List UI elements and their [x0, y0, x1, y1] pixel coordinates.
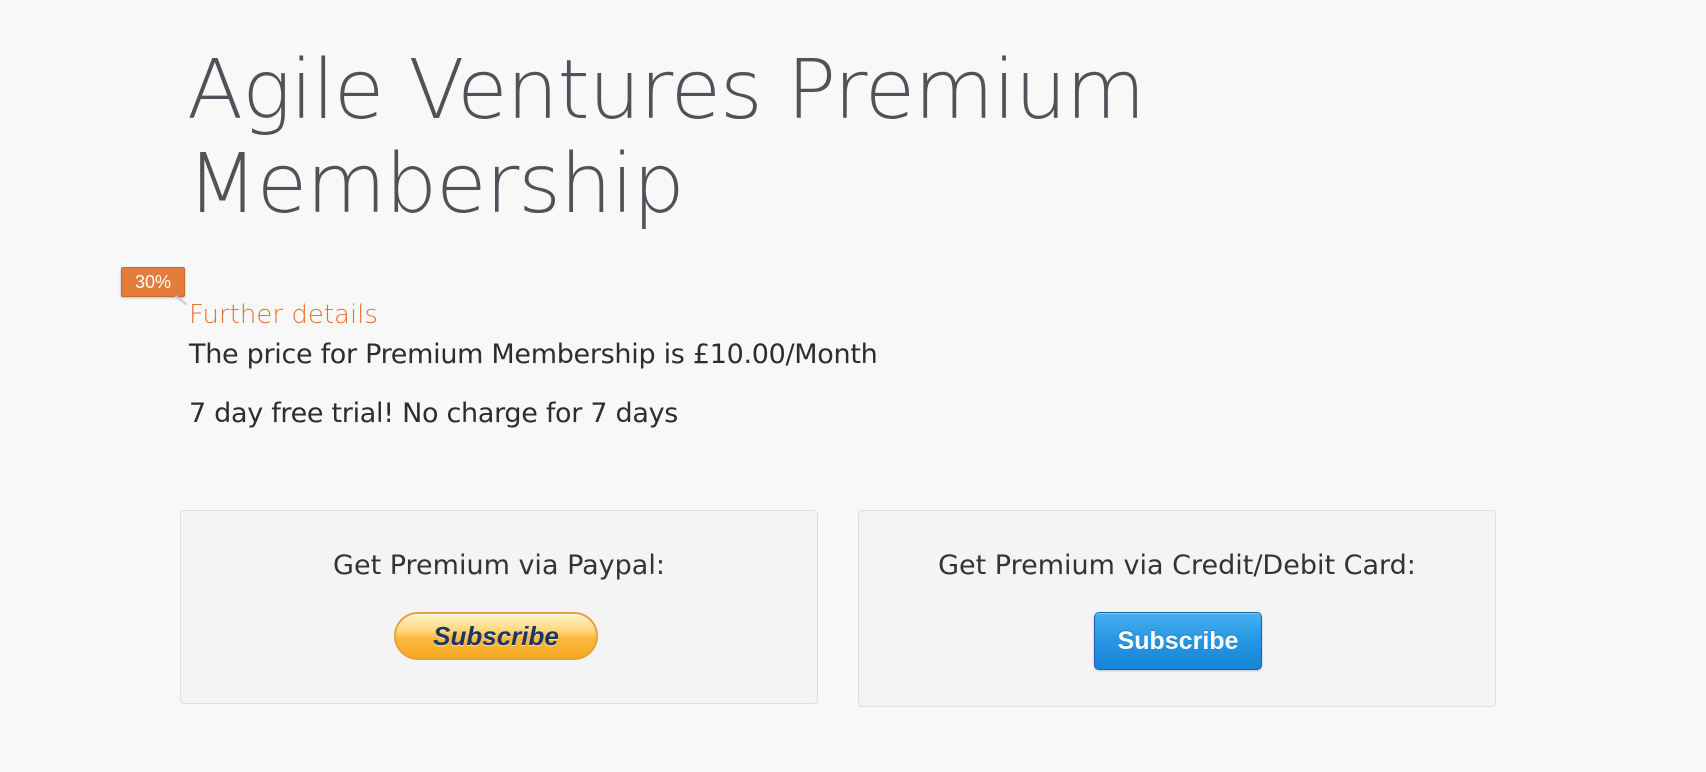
- paypal-panel: Get Premium via Paypal: Subscribe: [180, 510, 818, 704]
- badge-pointer: [168, 295, 188, 314]
- trial-text: 7 day free trial! No charge for 7 days: [189, 398, 679, 429]
- card-subscribe-label: Subscribe: [1117, 626, 1239, 655]
- page-title: Agile Ventures Premium Membership: [187, 43, 1146, 232]
- paypal-subscribe-button[interactable]: Subscribe: [394, 612, 598, 660]
- card-subscribe-button[interactable]: Subscribe: [1094, 612, 1262, 670]
- paypal-panel-heading: Get Premium via Paypal:: [333, 550, 665, 581]
- progress-badge: 30%: [121, 267, 185, 297]
- card-panel-heading: Get Premium via Credit/Debit Card:: [938, 550, 1416, 581]
- further-details-heading: Further details: [189, 300, 378, 330]
- paypal-subscribe-label: Subscribe: [433, 620, 559, 651]
- price-text: The price for Premium Membership is £10.…: [189, 339, 878, 370]
- card-panel: Get Premium via Credit/Debit Card: Subsc…: [858, 510, 1496, 707]
